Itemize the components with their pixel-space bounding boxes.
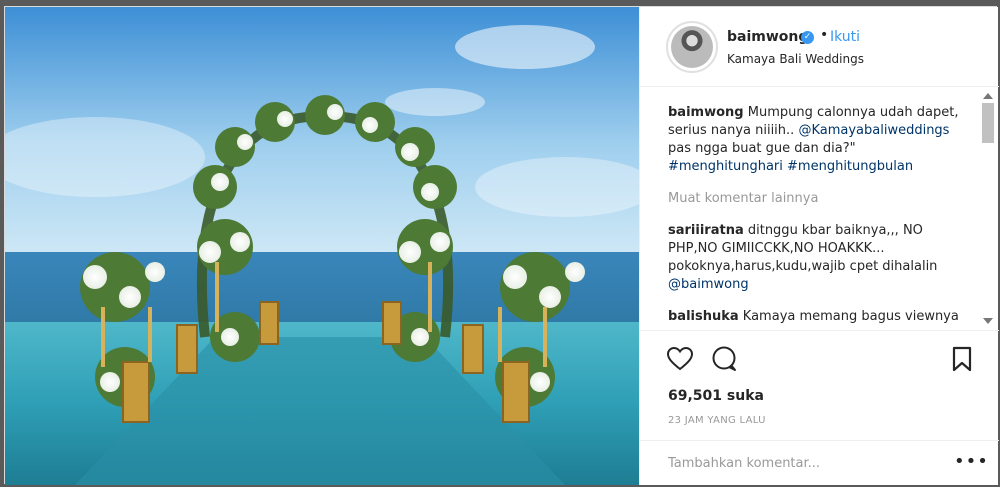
comment-username[interactable]: balishuka — [668, 309, 739, 324]
comment-mention[interactable]: @baimwong — [668, 277, 749, 292]
comments-scrollbar[interactable] — [981, 91, 995, 326]
comment-username[interactable]: sariiiratna — [668, 223, 744, 238]
caption-hashtag[interactable]: #menghitunghari — [668, 159, 783, 174]
like-count[interactable]: 69,501 suka — [668, 388, 764, 404]
heart-icon — [666, 346, 694, 371]
save-button[interactable] — [948, 345, 976, 373]
post-side-panel: baimwong ✓ • Ikuti Kamaya Bali Weddings … — [639, 7, 999, 485]
scrollbar-thumb[interactable] — [982, 103, 994, 143]
comments-list: baimwong Mumpung calonnya udah dapet, se… — [668, 104, 973, 330]
more-options-icon[interactable]: ••• — [954, 451, 989, 472]
bookmark-icon — [952, 346, 972, 372]
post-header: baimwong ✓ • Ikuti Kamaya Bali Weddings — [640, 7, 999, 87]
wedding-arch-image — [5, 7, 639, 485]
scroll-up-arrow-icon[interactable] — [983, 93, 993, 99]
instagram-post-modal: baimwong ✓ • Ikuti Kamaya Bali Weddings … — [4, 6, 999, 485]
add-comment-input[interactable] — [668, 451, 928, 475]
caption-username[interactable]: baimwong — [668, 105, 744, 120]
scroll-down-arrow-icon[interactable] — [983, 318, 993, 324]
caption-mention[interactable]: @Kamayabaliweddings — [798, 123, 949, 138]
caption-text-2: pas ngga buat gue dan dia?" — [668, 141, 856, 156]
avatar[interactable] — [666, 21, 718, 73]
caption-hashtag[interactable]: #menghitungbulan — [787, 159, 913, 174]
comments-section[interactable]: baimwong Mumpung calonnya udah dapet, se… — [640, 87, 999, 330]
add-comment-bar: ••• — [640, 440, 999, 485]
comment-button[interactable] — [710, 345, 738, 373]
avatar-image — [671, 26, 713, 68]
caption: baimwong Mumpung calonnya udah dapet, se… — [668, 104, 973, 176]
comment-item: balishuka Kamaya memang bagus viewnya — [668, 308, 973, 326]
speech-bubble-icon — [712, 346, 736, 371]
verified-badge-icon: ✓ — [801, 31, 814, 44]
follow-button[interactable]: Ikuti — [830, 29, 860, 45]
separator-dot: • — [820, 27, 829, 43]
location-link[interactable]: Kamaya Bali Weddings — [727, 52, 864, 66]
post-actions: 69,501 suka 23 JAM YANG LALU — [640, 330, 999, 440]
username-link[interactable]: baimwong — [727, 29, 808, 45]
post-photo[interactable] — [5, 7, 639, 485]
comment-text: Kamaya memang bagus viewnya — [742, 309, 959, 324]
like-button[interactable] — [666, 345, 694, 373]
load-more-comments-button[interactable]: Muat komentar lainnya — [668, 190, 973, 208]
post-timestamp[interactable]: 23 JAM YANG LALU — [668, 415, 766, 426]
comment-item: sariiiratna ditnggu kbar baiknya,,, NO P… — [668, 222, 973, 294]
